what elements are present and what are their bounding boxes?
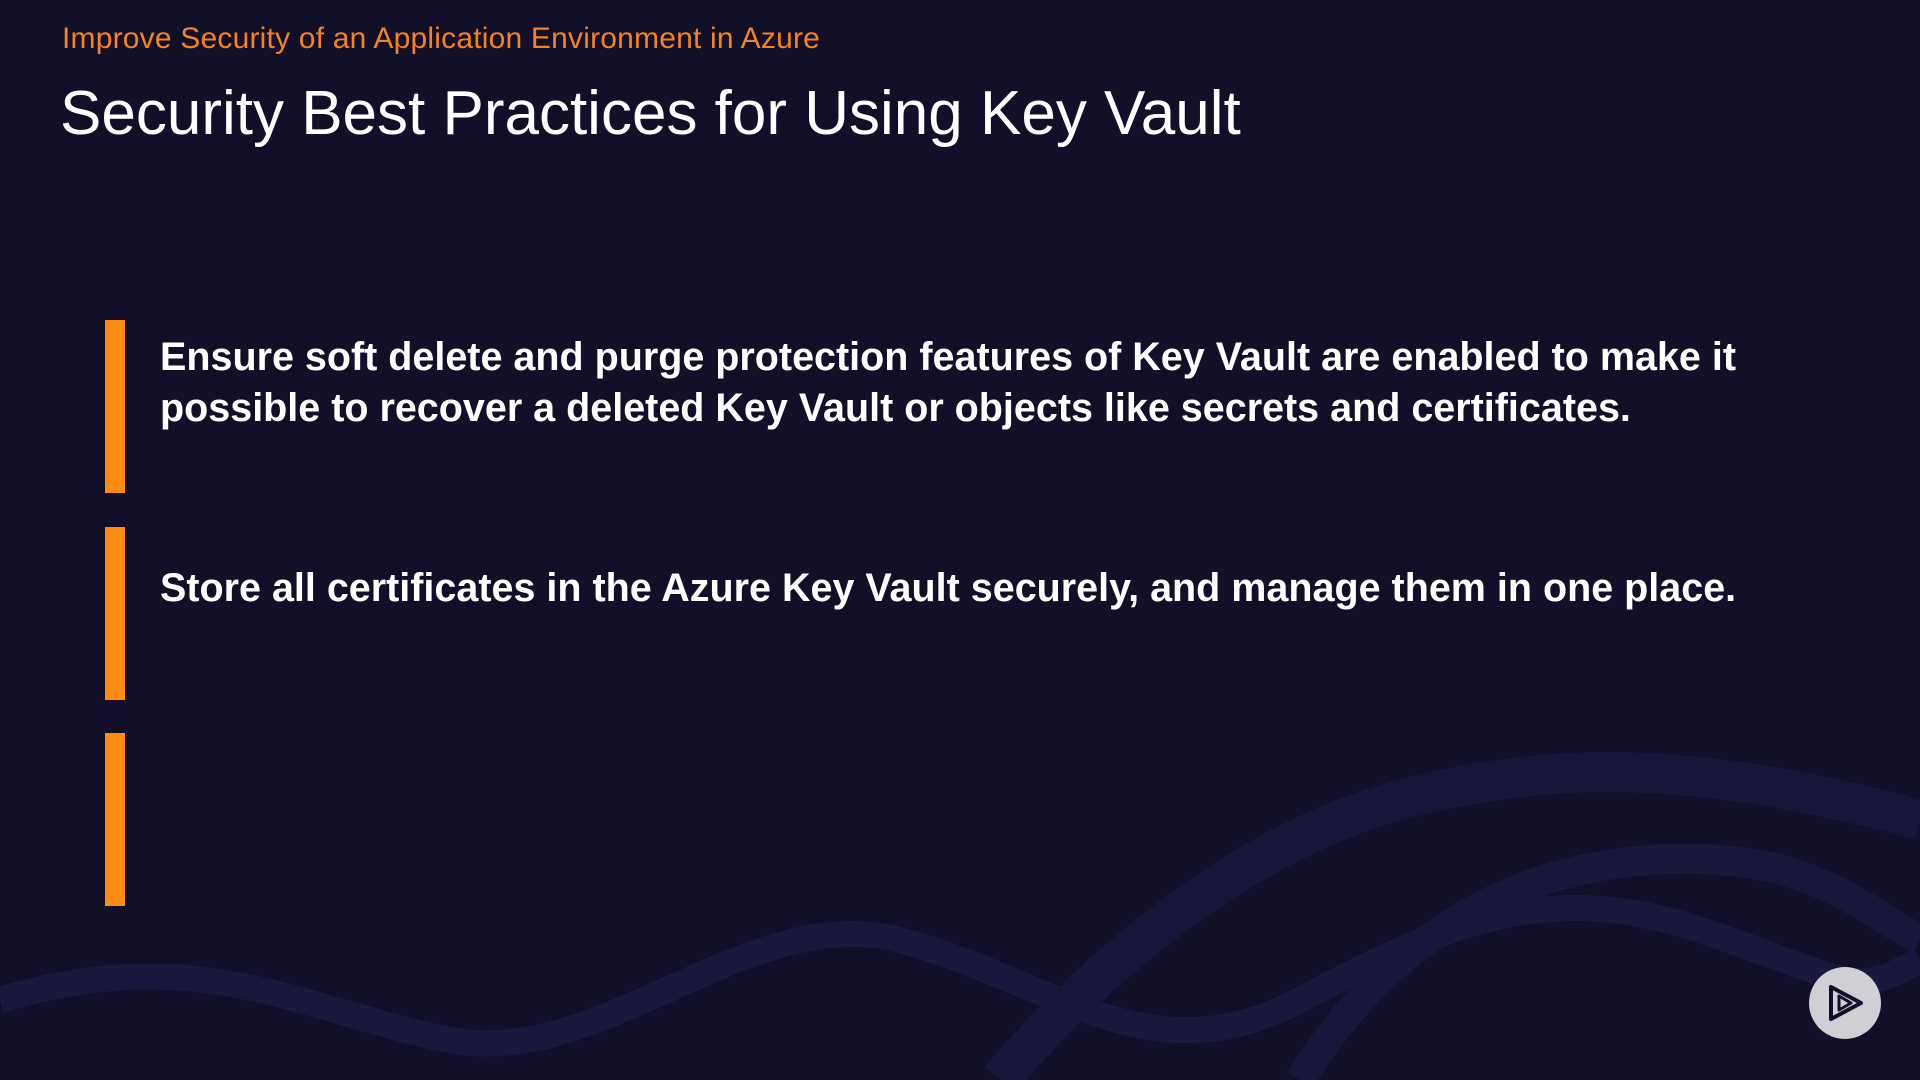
slide: Improve Security of an Application Envir… xyxy=(0,0,1920,1080)
bullet-accent-bar xyxy=(105,527,125,700)
play-triangle-icon xyxy=(1829,985,1863,1021)
play-logo-icon[interactable] xyxy=(1809,967,1881,1039)
bullet-item xyxy=(105,733,1785,906)
bullet-accent-bar xyxy=(105,733,125,906)
bullet-text: Store all certificates in the Azure Key … xyxy=(160,566,1737,610)
slide-title: Security Best Practices for Using Key Va… xyxy=(60,79,1241,148)
bullet-item: Ensure soft delete and purge protection … xyxy=(105,320,1785,493)
bullet-text: Ensure soft delete and purge protection … xyxy=(160,335,1736,430)
course-title: Improve Security of an Application Envir… xyxy=(62,22,821,55)
bullet-item: Store all certificates in the Azure Key … xyxy=(105,527,1785,700)
bullet-accent-bar xyxy=(105,320,125,493)
